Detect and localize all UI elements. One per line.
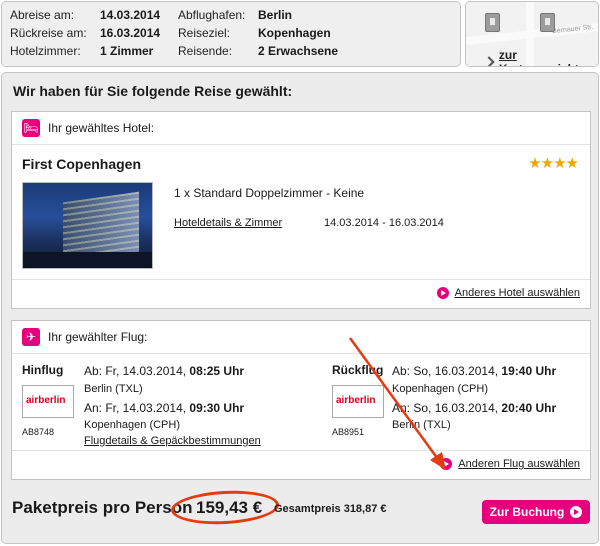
- page-title: Wir haben für Sie folgende Reise gewählt…: [13, 83, 293, 99]
- flight-card-title: Ihr gewählter Flug:: [48, 330, 148, 344]
- trip-panel: Wir haben für Sie folgende Reise gewählt…: [1, 72, 599, 544]
- play-circle-icon: [570, 506, 583, 518]
- hotel-card-header: 🛏 Ihr gewähltes Hotel:: [12, 112, 590, 145]
- play-circle-icon: [440, 458, 453, 470]
- travellers-value: 2 Erwachsene: [258, 44, 339, 58]
- return-arrival-time: 20:40 Uhr: [501, 401, 557, 415]
- airline-name: airberlin: [336, 395, 376, 406]
- plane-icon: ✈: [22, 328, 40, 346]
- total-price: Gesamtpreis 318,87 €: [274, 503, 387, 515]
- airport-value: Berlin: [258, 8, 293, 22]
- airport-label: Abflughafen:: [178, 8, 246, 22]
- hotel-ground: [23, 252, 152, 268]
- outbound-arrival-date: An: Fr, 14.03.2014,: [84, 401, 190, 415]
- flight-card: ✈ Ihr gewählter Flug: Hinflug airberlin …: [11, 320, 591, 480]
- return-arrival-date: An: So, 16.03.2014,: [392, 401, 502, 415]
- airline-logo: airberlin: [22, 385, 74, 418]
- travellers-label: Reisende:: [178, 44, 233, 58]
- return-departure-date: Ab: So, 16.03.2014,: [392, 364, 502, 378]
- return-value: 16.03.2014: [100, 26, 161, 40]
- hotel-photo[interactable]: [22, 182, 153, 269]
- destination-label: Reiseziel:: [178, 26, 231, 40]
- outbound-departure: Ab: Fr, 14.03.2014, 08:25 Uhr: [84, 364, 244, 378]
- play-circle-icon: [436, 287, 449, 299]
- hotel-card-footer: Anderes Hotel auswählen: [12, 279, 590, 308]
- return-departure-airport: Kopenhagen (CPH): [392, 383, 489, 395]
- bed-icon: 🛏: [22, 119, 40, 137]
- destination-value: Kopenhagen: [258, 26, 331, 40]
- departure-value: 14.03.2014: [100, 8, 161, 22]
- flight-details-link[interactable]: Flugdetails & Gepäckbestimmungen: [84, 435, 261, 447]
- outbound-title: Hinflug: [22, 363, 64, 377]
- hotel-card-title: Ihr gewähltes Hotel:: [48, 121, 155, 135]
- change-hotel-link[interactable]: Anderes Hotel auswählen: [436, 287, 580, 299]
- return-label: Rückreise am:: [10, 26, 87, 40]
- outbound-departure-date: Ab: Fr, 14.03.2014,: [84, 364, 190, 378]
- hotel-details-link[interactable]: Hoteldetails & Zimmer: [174, 217, 282, 229]
- airline-logo: airberlin: [332, 385, 384, 418]
- return-arrival-airport: Berlin (TXL): [392, 419, 451, 431]
- return-departure-time: 19:40 Uhr: [501, 364, 557, 378]
- map-pin-icon[interactable]: [540, 13, 555, 32]
- change-hotel-label: Anderes Hotel auswählen: [454, 287, 580, 299]
- price-highlight-annotation: [170, 488, 280, 527]
- hotel-name: First Copenhagen: [22, 156, 142, 172]
- outbound-arrival-airport: Kopenhagen (CPH): [84, 419, 181, 431]
- return-title: Rückflug: [332, 363, 384, 377]
- map-view-link[interactable]: zur Kartenansicht: [483, 48, 598, 66]
- book-button[interactable]: Zur Buchung: [482, 500, 590, 524]
- map-pin-icon[interactable]: [485, 13, 500, 32]
- outbound-arrival: An: Fr, 14.03.2014, 09:30 Uhr: [84, 401, 244, 415]
- book-button-label: Zur Buchung: [489, 505, 565, 519]
- rooms-label: Hotelzimmer:: [10, 44, 81, 58]
- package-price-label: Paketpreis pro Person: [12, 498, 193, 517]
- flight-card-footer: Anderen Flug auswählen: [12, 450, 590, 479]
- return-arrival: An: So, 16.03.2014, 20:40 Uhr: [392, 401, 556, 415]
- star-rating: ★★★★: [528, 155, 579, 172]
- outbound-arrival-time: 09:30 Uhr: [189, 401, 245, 415]
- flight-card-header: ✈ Ihr gewählter Flug:: [12, 321, 590, 354]
- room-description: 1 x Standard Doppelzimmer - Keine: [174, 186, 365, 200]
- return-departure: Ab: So, 16.03.2014, 19:40 Uhr: [392, 364, 556, 378]
- rooms-value: 1 Zimmer: [100, 44, 154, 58]
- map-preview[interactable]: Bernauer Str. zur Kartenansicht: [465, 1, 599, 67]
- change-flight-label: Anderen Flug auswählen: [458, 458, 580, 470]
- outbound-departure-airport: Berlin (TXL): [84, 383, 143, 395]
- departure-label: Abreise am:: [10, 8, 75, 22]
- return-flight-code: AB8951: [332, 427, 365, 437]
- travel-summary: Abreise am: 14.03.2014 Abflughafen: Berl…: [1, 1, 461, 67]
- hotel-dates: 14.03.2014 - 16.03.2014: [324, 217, 444, 229]
- outbound-flight-code: AB8748: [22, 427, 55, 437]
- map-view-link-label: zur Kartenansicht: [498, 48, 579, 66]
- chevron-right-icon: [483, 56, 495, 66]
- hotel-card: 🛏 Ihr gewähltes Hotel: First Copenhagen …: [11, 111, 591, 309]
- airline-name: airberlin: [26, 395, 66, 406]
- change-flight-link[interactable]: Anderen Flug auswählen: [440, 458, 580, 470]
- outbound-departure-time: 08:25 Uhr: [189, 364, 245, 378]
